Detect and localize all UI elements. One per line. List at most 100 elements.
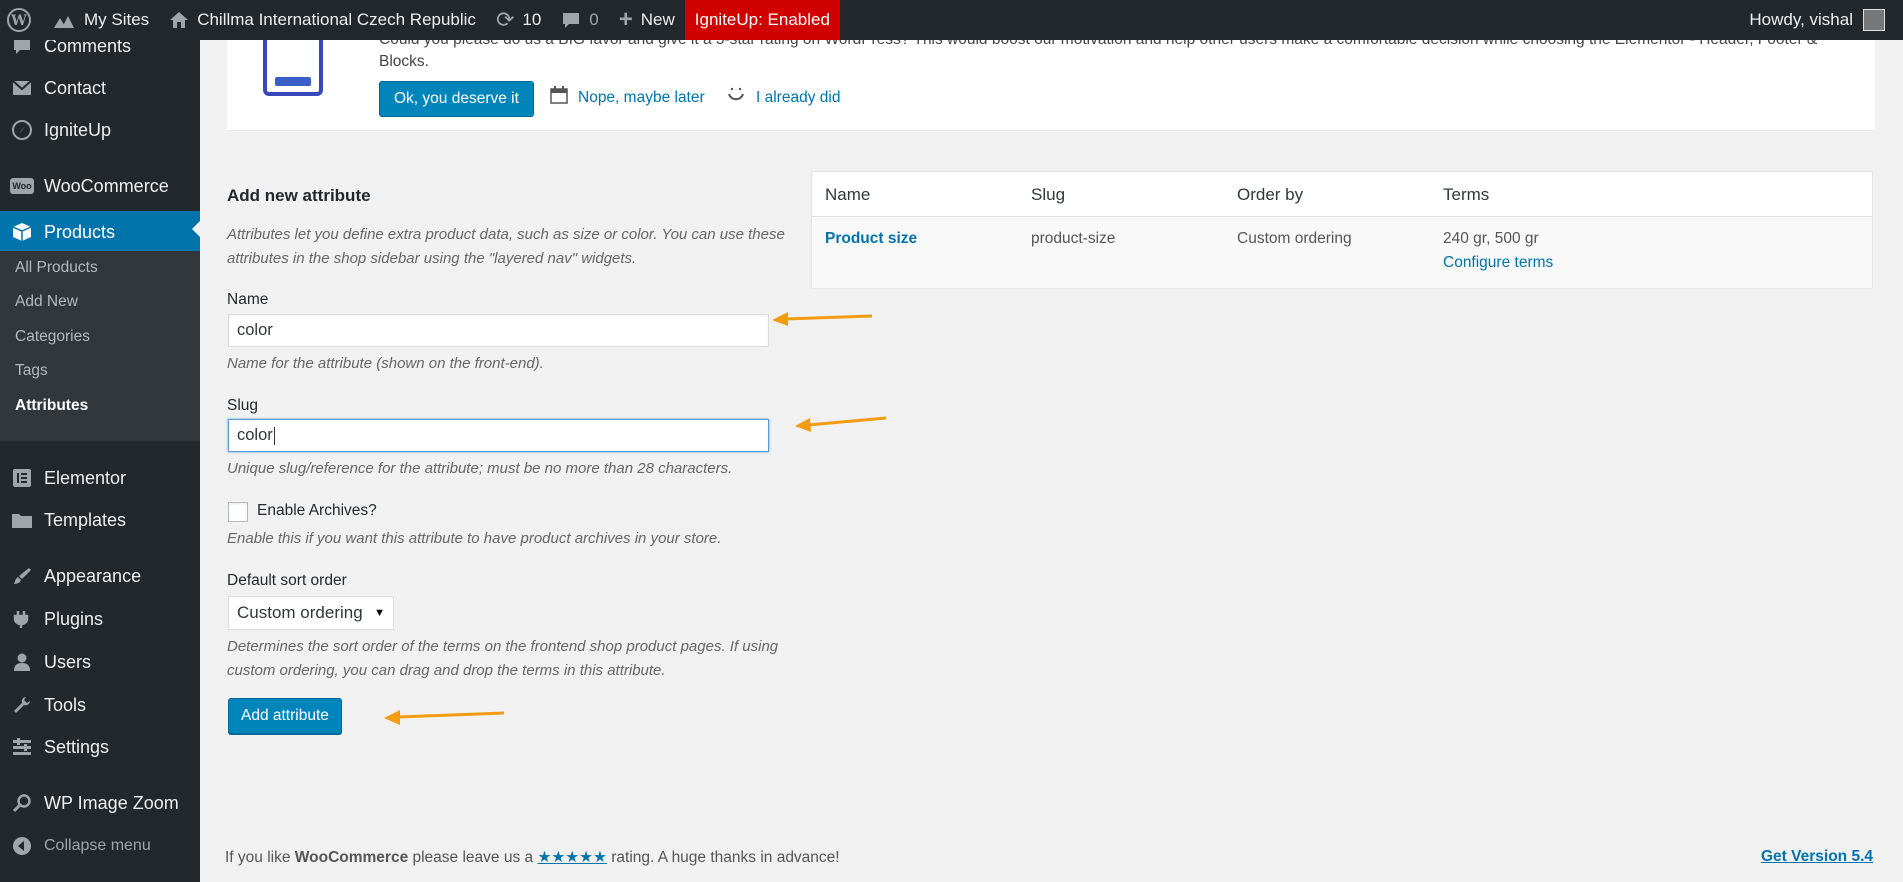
menu-item-tools[interactable]: Tools bbox=[0, 687, 200, 723]
comments-count: 0 bbox=[589, 10, 599, 29]
paintbrush-icon bbox=[10, 564, 34, 588]
envelope-icon bbox=[10, 76, 34, 100]
comments-menu[interactable]: 0 bbox=[551, 0, 608, 40]
text-caret bbox=[273, 426, 275, 445]
menu-item-contact[interactable]: Contact bbox=[0, 70, 200, 106]
enable-archives-checkbox[interactable] bbox=[228, 502, 248, 522]
menu-label-appearance: Appearance bbox=[44, 565, 142, 586]
box-icon bbox=[10, 220, 34, 244]
wordpress-logo-button[interactable]: W bbox=[0, 0, 42, 40]
slug-description: Unique slug/reference for the attribute;… bbox=[227, 460, 733, 477]
menu-label-contact: Contact bbox=[44, 77, 107, 98]
slug-input-value: color bbox=[237, 426, 273, 444]
collapse-menu-label: Collapse menu bbox=[44, 837, 151, 854]
submenu-all-products[interactable]: All Products bbox=[15, 259, 98, 277]
rating-notice: Could you please do us a BIG favor and g… bbox=[227, 31, 1875, 130]
menu-item-users[interactable]: Users bbox=[0, 644, 200, 680]
already-did-link[interactable]: I already did bbox=[726, 86, 840, 109]
add-attribute-heading: Add new attribute bbox=[227, 186, 371, 205]
admin-sidebar: Comments Contact IgniteUp Woo WooCommerc… bbox=[0, 36, 200, 882]
home-icon bbox=[169, 10, 189, 30]
menu-item-settings[interactable]: Settings bbox=[0, 729, 200, 765]
user-icon bbox=[10, 650, 34, 674]
submenu-add-new[interactable]: Add New bbox=[15, 293, 78, 311]
my-sites-icon bbox=[52, 10, 76, 30]
settings-sliders-icon bbox=[10, 735, 34, 759]
enable-archives-label[interactable]: Enable Archives? bbox=[257, 502, 377, 520]
column-header-name[interactable]: Name bbox=[825, 185, 870, 205]
igniteup-status-badge[interactable]: IgniteUp: Enabled bbox=[684, 0, 840, 40]
menu-item-appearance[interactable]: Appearance bbox=[0, 558, 200, 594]
sort-order-select[interactable]: Custom ordering ▼ bbox=[228, 596, 394, 630]
submenu-attributes[interactable]: Attributes bbox=[15, 397, 88, 415]
menu-item-plugins[interactable]: Plugins bbox=[0, 601, 200, 637]
magnifier-icon bbox=[10, 791, 34, 815]
admin-bar: W My Sites Chillma International Czech R… bbox=[0, 0, 1903, 40]
annotation-arrow-name bbox=[772, 312, 873, 326]
woo-icon-text: Woo bbox=[10, 178, 34, 194]
my-sites-label: My Sites bbox=[84, 10, 150, 29]
annotation-arrow-add bbox=[384, 710, 505, 725]
slug-input[interactable]: color bbox=[228, 419, 769, 452]
updates-menu[interactable]: ⟳ 10 bbox=[486, 0, 551, 40]
add-attribute-button[interactable]: Add attribute bbox=[228, 698, 342, 734]
get-version-link[interactable]: Get Version 5.4 bbox=[1761, 848, 1873, 866]
svg-text:W: W bbox=[10, 13, 27, 29]
dropdown-arrow-icon: ▼ bbox=[374, 607, 385, 619]
menu-item-wp-image-zoom[interactable]: WP Image Zoom bbox=[0, 785, 200, 821]
sort-order-label: Default sort order bbox=[227, 572, 347, 589]
sort-order-value: Custom ordering bbox=[237, 603, 363, 622]
collapse-arrow-icon bbox=[10, 834, 34, 858]
archives-description: Enable this if you want this attribute t… bbox=[227, 530, 722, 547]
calendar-icon bbox=[550, 86, 568, 109]
menu-label-tools: Tools bbox=[44, 694, 87, 715]
new-content-menu[interactable]: + New bbox=[609, 0, 685, 40]
maybe-later-label: Nope, maybe later bbox=[578, 88, 705, 106]
greeting-label: Howdy, vishal bbox=[1749, 10, 1853, 29]
menu-item-products[interactable]: Products bbox=[0, 211, 200, 253]
folder-icon bbox=[10, 508, 34, 532]
slug-label: Slug bbox=[227, 397, 259, 414]
attributes-table: Name Slug Order by Terms Product size pr… bbox=[811, 171, 1873, 288]
smile-icon bbox=[726, 86, 746, 109]
column-header-order-by[interactable]: Order by bbox=[1237, 185, 1303, 205]
products-submenu: All Products Add New Categories Tags Att… bbox=[0, 251, 200, 441]
footer-prefix: If you like bbox=[225, 849, 295, 866]
menu-label-users: Users bbox=[44, 651, 92, 672]
plugin-logo-icon bbox=[263, 40, 323, 96]
column-header-terms[interactable]: Terms bbox=[1443, 185, 1489, 205]
footer-brand: WooCommerce bbox=[294, 849, 409, 866]
already-did-label: I already did bbox=[756, 88, 841, 106]
attributes-intro: Attributes let you define extra product … bbox=[227, 226, 785, 267]
avatar bbox=[1863, 9, 1885, 31]
menu-item-elementor[interactable]: Elementor bbox=[0, 460, 200, 496]
wrench-icon bbox=[10, 693, 34, 717]
column-header-slug[interactable]: Slug bbox=[1031, 185, 1065, 205]
maybe-later-link[interactable]: Nope, maybe later bbox=[550, 86, 705, 109]
woocommerce-icon: Woo bbox=[10, 174, 34, 198]
account-menu[interactable]: Howdy, vishal bbox=[1739, 0, 1903, 40]
name-input[interactable]: color bbox=[228, 314, 769, 347]
attribute-name-link[interactable]: Product size bbox=[825, 230, 917, 248]
plus-icon: + bbox=[618, 6, 633, 33]
footer-middle: please leave us a bbox=[408, 849, 538, 866]
menu-label-products: Products bbox=[44, 221, 116, 242]
comment-bubble-icon bbox=[561, 10, 581, 30]
attribute-terms: 240 gr, 500 gr bbox=[1443, 230, 1539, 247]
site-name-menu[interactable]: Chillma International Czech Republic bbox=[159, 0, 486, 40]
footer-suffix: rating. A huge thanks in advance! bbox=[606, 849, 840, 866]
submenu-tags[interactable]: Tags bbox=[15, 362, 48, 380]
menu-label-templates: Templates bbox=[44, 509, 127, 530]
table-row: Product size product-size Custom orderin… bbox=[812, 217, 1872, 288]
configure-terms-link[interactable]: Configure terms bbox=[1443, 254, 1553, 272]
ok-deserve-it-button[interactable]: Ok, you deserve it bbox=[379, 81, 534, 117]
menu-item-igniteup[interactable]: IgniteUp bbox=[0, 112, 200, 148]
updates-count: 10 bbox=[522, 10, 542, 29]
rating-stars-link[interactable]: ★★★★★ bbox=[537, 849, 606, 866]
menu-label-settings: Settings bbox=[44, 736, 110, 757]
menu-item-templates[interactable]: Templates bbox=[0, 502, 200, 538]
menu-item-woocommerce[interactable]: Woo WooCommerce bbox=[0, 168, 200, 204]
my-sites-menu[interactable]: My Sites bbox=[42, 0, 159, 40]
collapse-menu-button[interactable]: Collapse menu bbox=[0, 828, 200, 864]
submenu-categories[interactable]: Categories bbox=[15, 328, 90, 346]
